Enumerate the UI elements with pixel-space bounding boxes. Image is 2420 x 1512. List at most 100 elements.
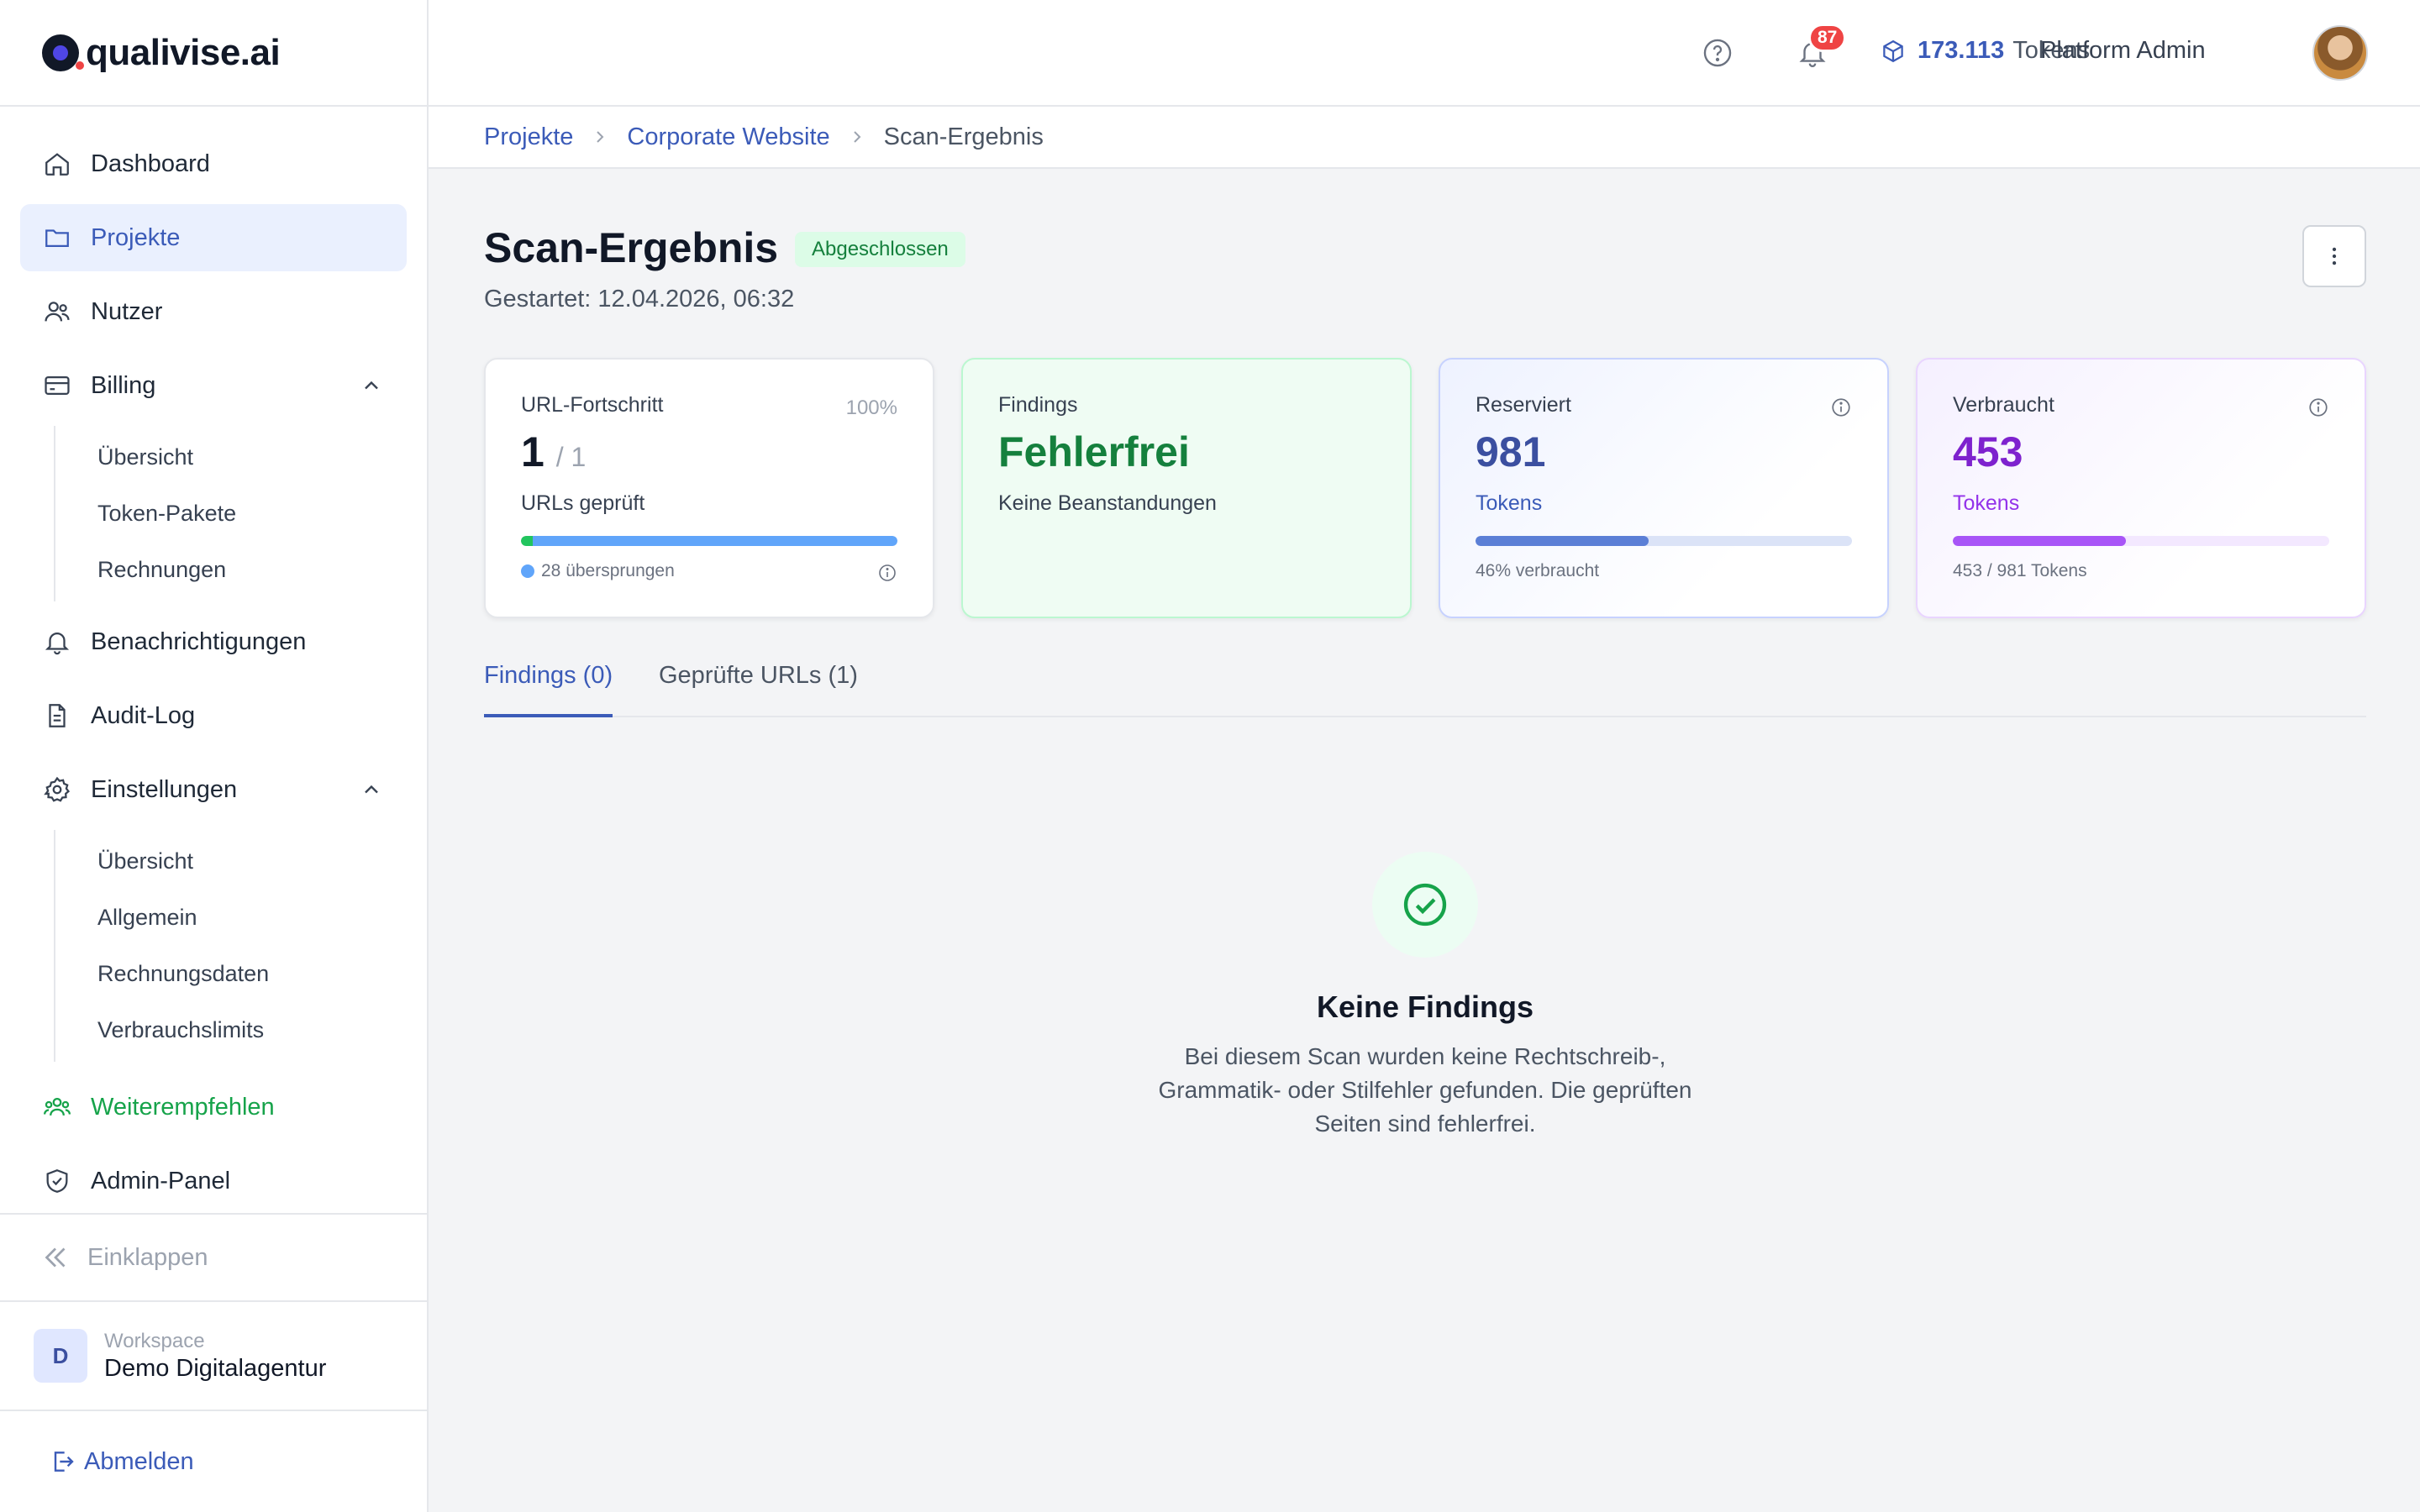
progress-percent: 100% <box>845 396 897 419</box>
sidebar-subitem-billing-uebersicht[interactable]: Übersicht <box>55 429 427 486</box>
kebab-menu-icon <box>2332 247 2337 265</box>
workspace-switcher[interactable]: D Workspace Demo Digitalagentur <box>0 1300 427 1410</box>
more-options-button[interactable] <box>2302 225 2366 287</box>
chevron-up-icon[interactable] <box>360 778 383 808</box>
sidebar-item-einstellungen[interactable]: Einstellungen <box>20 756 407 823</box>
collapse-label: Einklappen <box>87 1243 208 1271</box>
logo-mark-icon <box>42 34 84 71</box>
info-icon[interactable] <box>877 563 897 587</box>
findings-value: Fehlerfrei <box>998 428 1190 475</box>
empty-state-title: Keine Findings <box>1316 990 1534 1024</box>
chevron-up-icon[interactable] <box>360 374 383 404</box>
used-value: 453 <box>1953 428 2023 475</box>
sidebar-item-billing[interactable]: Billing <box>20 352 407 419</box>
sidebar-item-label: Billing <box>91 371 156 399</box>
bell-icon <box>40 625 74 659</box>
sidebar-subitem-rechnungen[interactable]: Rechnungen <box>55 542 427 598</box>
breadcrumb-current: Scan-Ergebnis <box>883 123 1044 150</box>
token-balance-value: 173.113 <box>1918 37 2005 64</box>
urls-total: / 1 <box>555 442 587 472</box>
sidebar-item-label: Einstellungen <box>91 775 238 803</box>
users-group-icon <box>40 1090 74 1124</box>
sidebar-item-label: Audit-Log <box>91 701 196 729</box>
tab-gepruefte-urls[interactable]: Geprüfte URLs (1) <box>659 662 858 717</box>
findings-card: Findings Fehlerfrei Keine Beanstandungen <box>961 358 1412 618</box>
card-footer: 453 / 981 Tokens <box>1953 561 2087 580</box>
empty-state-description: Bei diesem Scan wurden keine Rechtschrei… <box>1158 1043 1692 1137</box>
gear-icon <box>40 773 74 806</box>
breadcrumb-projekte[interactable]: Projekte <box>484 123 573 151</box>
card-label: URL-Fortschritt <box>521 393 664 417</box>
result-tabs: Findings (0) Geprüfte URLs (1) <box>484 647 2366 717</box>
chevrons-left-icon <box>40 1242 71 1273</box>
sidebar-subitem-verbrauchslimits[interactable]: Verbrauchslimits <box>55 1002 427 1058</box>
sidebar-item-projekte[interactable]: Projekte <box>20 204 407 271</box>
used-tokens-card: Verbraucht 453 Tokens 453 / 981 Tokens <box>1916 358 2366 618</box>
users-icon <box>40 295 74 328</box>
collapse-sidebar-button[interactable]: Einklappen <box>0 1213 427 1300</box>
help-icon[interactable] <box>1702 37 1733 73</box>
logo-text: qualivise.ai <box>86 31 281 73</box>
page-title: Scan-Ergebnis <box>484 224 779 271</box>
sidebar: qualivise.ai Dashboard Projekte Nutzer B… <box>0 0 429 1512</box>
sidebar-item-label: Weiterempfehlen <box>91 1093 275 1121</box>
reserved-value: 981 <box>1476 428 1546 475</box>
topbar: 87 173.113 Tokens Platform Admin <box>429 0 2420 107</box>
sidebar-subitem-rechnungsdaten[interactable]: Rechnungsdaten <box>55 946 427 1002</box>
sidebar-item-dashboard[interactable]: Dashboard <box>20 130 407 197</box>
card-sub: Tokens <box>1953 491 2020 515</box>
sidebar-item-label: Dashboard <box>91 150 210 177</box>
card-sub: URLs geprüft <box>521 491 645 515</box>
sidebar-item-label: Projekte <box>91 223 181 251</box>
logo[interactable]: qualivise.ai <box>0 0 427 107</box>
billing-subnav: Übersicht Token-Pakete Rechnungen <box>54 426 427 601</box>
document-icon <box>40 699 74 732</box>
sidebar-item-label: Benachrichtigungen <box>91 627 307 655</box>
scan-started-time: Gestartet: 12.04.2026, 06:32 <box>484 286 795 312</box>
tab-findings[interactable]: Findings (0) <box>484 662 613 717</box>
url-progress-card: URL-Fortschritt 100% 1 / 1 URLs geprüft … <box>484 358 934 618</box>
chevron-right-icon <box>847 127 867 147</box>
used-progress-fill <box>1953 536 2127 546</box>
user-avatar[interactable] <box>2312 25 2368 81</box>
reserved-progress-bar <box>1476 536 1852 546</box>
sidebar-subitem-allgemein[interactable]: Allgemein <box>55 890 427 946</box>
card-footer: 28 übersprungen <box>521 561 675 581</box>
workspace-text: Workspace Demo Digitalagentur <box>104 1330 326 1383</box>
urls-checked-count: 1 <box>521 428 544 475</box>
folder-icon <box>40 221 74 255</box>
logout-label: Abmelden <box>84 1447 194 1475</box>
shield-icon <box>40 1164 74 1198</box>
credit-card-icon <box>40 369 74 402</box>
sidebar-item-benachrichtigungen[interactable]: Benachrichtigungen <box>20 608 407 675</box>
workspace-avatar: D <box>34 1329 87 1383</box>
sidebar-item-weiterempfehlen[interactable]: Weiterempfehlen <box>20 1074 407 1141</box>
card-footer: 46% verbraucht <box>1476 561 1600 580</box>
status-badge: Abgeschlossen <box>795 232 965 267</box>
info-icon[interactable] <box>1830 396 1852 423</box>
home-icon <box>40 147 74 181</box>
card-sub: Keine Beanstandungen <box>998 491 1217 515</box>
sidebar-item-audit-log[interactable]: Audit-Log <box>20 682 407 749</box>
card-sub: Tokens <box>1476 491 1543 515</box>
card-label: Reserviert <box>1476 393 1571 417</box>
notification-count-badge: 87 <box>1808 24 1847 52</box>
sidebar-subitem-token-pakete[interactable]: Token-Pakete <box>55 486 427 542</box>
breadcrumb: Projekte Corporate Website Scan-Ergebnis <box>429 107 2420 169</box>
sidebar-item-nutzer[interactable]: Nutzer <box>20 278 407 345</box>
cube-icon <box>1881 39 1906 64</box>
sidebar-subitem-einstellungen-uebersicht[interactable]: Übersicht <box>55 833 427 890</box>
card-label: Verbraucht <box>1953 393 2054 417</box>
success-check-icon <box>1372 852 1478 958</box>
chevron-right-icon <box>590 127 610 147</box>
user-name[interactable]: Platform Admin <box>2040 37 2206 65</box>
logout-button[interactable]: Abmelden <box>0 1410 427 1512</box>
sidebar-nav: Dashboard Projekte Nutzer Billing Übersi… <box>0 107 427 1215</box>
breadcrumb-corporate-website[interactable]: Corporate Website <box>627 123 829 151</box>
skipped-count: 28 übersprungen <box>541 561 675 580</box>
einstellungen-subnav: Übersicht Allgemein Rechnungsdaten Verbr… <box>54 830 427 1062</box>
workspace-label: Workspace <box>104 1329 205 1352</box>
reserved-progress-fill <box>1476 536 1649 546</box>
sidebar-item-admin-panel[interactable]: Admin-Panel <box>20 1147 407 1215</box>
info-icon[interactable] <box>2307 396 2329 423</box>
